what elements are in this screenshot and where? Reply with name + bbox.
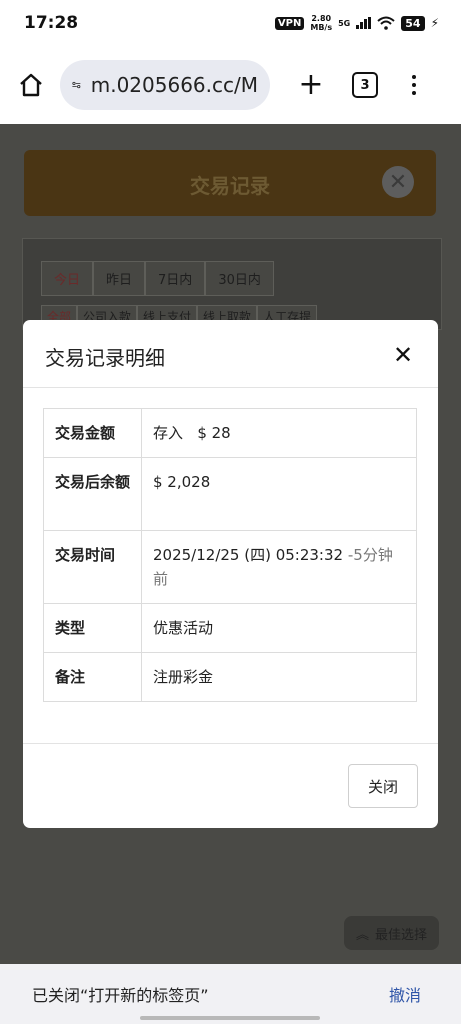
network-speed: 2.80 MB/s xyxy=(310,14,332,32)
modal-close-icon[interactable]: ✕ xyxy=(388,340,418,370)
balance-label: 交易后余额 xyxy=(43,457,142,531)
modal-title: 交易记录明细 xyxy=(45,346,165,370)
network-speed-unit: MB/s xyxy=(310,23,333,32)
status-time: 17:28 xyxy=(24,13,79,33)
date-tabs: 今日 昨日 7日内 30日内 xyxy=(41,261,274,296)
new-tab-button[interactable]: + xyxy=(296,70,326,100)
browser-toolbar: m.0205666.cc/M + 3 xyxy=(0,46,461,124)
battery-icon: 54 xyxy=(401,15,425,31)
table-row: 交易后余额 $ 2,028 xyxy=(43,457,417,531)
network-type: 5G xyxy=(338,18,351,28)
tab-yesterday[interactable]: 昨日 xyxy=(93,261,146,296)
snackbar-message: 已关闭“打开新的标签页” xyxy=(32,986,209,1005)
category-label: 类型 xyxy=(43,603,142,653)
time-value: 2025/12/25 (四) 05:23:32 -5分钟前 xyxy=(141,530,417,604)
amount-value: 存入 $ 28 xyxy=(141,408,417,458)
tab-30days[interactable]: 30日内 xyxy=(205,261,274,296)
tab-today[interactable]: 今日 xyxy=(41,261,94,296)
table-row: 备注 注册彩金 xyxy=(43,652,417,702)
time-label: 交易时间 xyxy=(43,530,142,604)
records-close-icon[interactable]: ✕ xyxy=(382,166,414,198)
more-menu-button[interactable] xyxy=(412,75,416,95)
detail-table: 交易金额 存入 $ 28 交易后余额 $ 2,028 交易时间 2025/12/… xyxy=(43,408,417,702)
tab-7days[interactable]: 7日内 xyxy=(145,261,206,296)
amount-label: 交易金额 xyxy=(43,408,142,458)
category-value: 优惠活动 xyxy=(141,603,417,653)
note-label: 备注 xyxy=(43,652,142,702)
modal-footer-divider xyxy=(23,743,438,744)
table-row: 交易金额 存入 $ 28 xyxy=(43,408,417,458)
table-row: 交易时间 2025/12/25 (四) 05:23:32 -5分钟前 xyxy=(43,530,417,604)
undo-button[interactable]: 撤消 xyxy=(389,982,421,1006)
close-button[interactable]: 关闭 xyxy=(348,764,418,808)
amount-type: 存入 xyxy=(153,424,184,442)
time-datetime: 2025/12/25 (四) 05:23:32 xyxy=(153,546,344,564)
plus-icon: + xyxy=(298,67,324,102)
records-title: 交易记录 xyxy=(190,174,270,198)
vpn-badge: VPN xyxy=(274,16,305,30)
cell-signal-icon xyxy=(356,17,372,29)
gesture-bar[interactable] xyxy=(140,1016,320,1020)
snackbar: 已关闭“打开新的标签页” 撤消 xyxy=(0,964,461,1024)
site-settings-icon[interactable] xyxy=(72,76,81,94)
best-pick-button[interactable]: ︽ 最佳选择 xyxy=(343,916,439,950)
home-icon xyxy=(20,73,42,97)
address-bar[interactable]: m.0205666.cc/M xyxy=(60,60,270,110)
records-header: 交易记录 ✕ xyxy=(24,150,436,216)
amount-number: $ 28 xyxy=(197,424,231,442)
transaction-detail-modal: 交易记录明细 ✕ 交易金额 存入 $ 28 交易后余额 $ 2,028 交易时间… xyxy=(23,320,438,828)
filter-panel: 今日 昨日 7日内 30日内 全部 公司入款 线上支付 线上取款 人工存提 xyxy=(22,238,442,330)
home-button[interactable] xyxy=(14,68,48,102)
status-bar: 17:28 VPN 2.80 MB/s 5G 54 ⚡ xyxy=(0,0,461,46)
table-row: 类型 优惠活动 xyxy=(43,603,417,653)
tab-switcher-button[interactable]: 3 xyxy=(352,72,378,98)
more-vertical-icon xyxy=(412,75,416,79)
balance-value: $ 2,028 xyxy=(141,457,417,531)
best-pick-label: 最佳选择 xyxy=(374,927,427,943)
wifi-icon xyxy=(377,16,395,30)
double-chevron-up-icon: ︽ xyxy=(355,927,369,943)
charging-icon: ⚡ xyxy=(430,16,439,30)
modal-header-divider xyxy=(23,387,438,388)
url-text[interactable]: m.0205666.cc/M xyxy=(91,73,258,97)
network-speed-value: 2.80 xyxy=(311,14,332,23)
note-value: 注册彩金 xyxy=(141,652,417,702)
status-icons: VPN 2.80 MB/s 5G 54 ⚡ xyxy=(274,14,439,32)
